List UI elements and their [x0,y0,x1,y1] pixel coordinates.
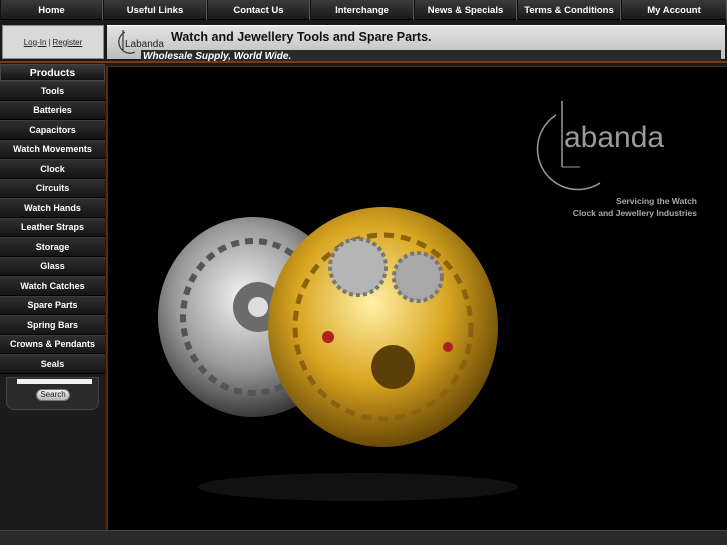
site-header: Log-In | Register Labanda Watch and Jewe… [0,21,727,65]
search-input[interactable] [17,378,92,384]
header-banner: Labanda Watch and Jewellery Tools and Sp… [107,25,725,63]
page-title: Watch and Jewellery Tools and Spare Part… [171,30,432,44]
sidebar-item-glass[interactable]: Glass [0,256,105,276]
logo-small-text: Labanda [125,39,164,50]
sidebar-item-tools[interactable]: Tools [0,81,105,101]
sidebar-item-watch-catches[interactable]: Watch Catches [0,276,105,296]
sidebar-item-watch-hands[interactable]: Watch Hands [0,198,105,218]
sidebar-item-clock[interactable]: Clock [0,159,105,179]
top-navigation: Home Useful Links Contact Us Interchange… [0,0,727,20]
nav-home[interactable]: Home [0,0,103,20]
sidebar-item-spring-bars[interactable]: Spring Bars [0,315,105,335]
sidebar-item-spare-parts[interactable]: Spare Parts [0,295,105,315]
search-box: Search [6,376,99,410]
login-box: Log-In | Register [2,25,104,59]
tagline-line-1: Servicing the Watch [616,196,697,206]
tagline-line-2: Clock and Jewellery Industries [572,208,697,218]
sidebar-item-leather-straps[interactable]: Leather Straps [0,217,105,237]
footer-bar [0,530,727,545]
gold-movement [268,207,498,447]
sidebar-item-seals[interactable]: Seals [0,354,105,374]
register-link[interactable]: Register [52,38,82,47]
gear-icon [392,251,444,303]
watch-movement-image [158,207,518,501]
hero-tagline: Servicing the Watch Clock and Jewellery … [573,195,697,219]
nav-interchange[interactable]: Interchange [310,0,414,20]
labanda-logo: abanda [536,101,664,191]
sidebar-item-crowns-pendants[interactable]: Crowns & Pendants [0,334,105,354]
search-button[interactable]: Search [36,388,70,401]
nav-useful-links[interactable]: Useful Links [103,0,207,20]
sidebar-item-capacitors[interactable]: Capacitors [0,120,105,140]
product-sidebar: Products Tools Batteries Capacitors Watc… [0,64,105,534]
sidebar-item-batteries[interactable]: Batteries [0,100,105,120]
nav-my-account[interactable]: My Account [621,0,727,20]
hero-banner: abanda Servicing the Watch Clock and Jew… [106,66,727,530]
hero-logo-text: abanda [564,121,664,154]
nav-news-specials[interactable]: News & Specials [414,0,517,20]
nav-terms-conditions[interactable]: Terms & Conditions [517,0,621,20]
sidebar-item-circuits[interactable]: Circuits [0,178,105,198]
products-heading: Products [0,64,105,81]
gear-icon [328,237,388,297]
sidebar-item-watch-movements[interactable]: Watch Movements [0,139,105,159]
login-separator: | [48,37,51,47]
header-divider [0,61,727,63]
sidebar-item-storage[interactable]: Storage [0,237,105,257]
nav-contact-us[interactable]: Contact Us [207,0,310,20]
login-link[interactable]: Log-In [24,38,47,47]
